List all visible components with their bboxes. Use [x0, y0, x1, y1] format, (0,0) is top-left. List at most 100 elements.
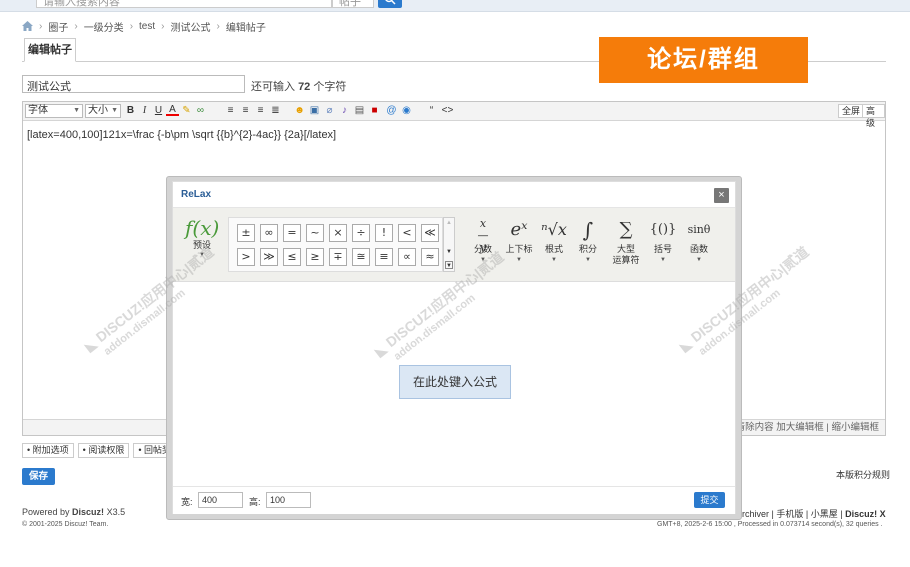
- blackroom-link[interactable]: 小黑屋: [811, 509, 838, 519]
- height-input[interactable]: 100: [266, 492, 311, 508]
- italic-icon[interactable]: I: [138, 104, 151, 118]
- breadcrumb-item[interactable]: test: [139, 21, 155, 32]
- brand-badge: 论坛/群组: [599, 37, 808, 83]
- symbol-button[interactable]: ≡: [375, 248, 393, 266]
- relax-dialog: ReLax × f(x) 预设 ▼ ± ∞ = ~ × ÷ ! < ≪ > ≫ …: [172, 181, 736, 514]
- integral-button[interactable]: ∫ 积分 ▼: [568, 216, 608, 265]
- tab-edit-post[interactable]: 编辑帖子: [24, 38, 76, 62]
- align-left-icon[interactable]: ≡: [224, 104, 237, 118]
- remaining-chars: 还可输入 72 个字符: [251, 81, 347, 93]
- code-icon[interactable]: <>: [441, 104, 454, 118]
- advanced-button[interactable]: 高级: [862, 104, 885, 128]
- dialog-title: ReLax: [181, 189, 212, 200]
- sine-icon: sinθ: [687, 223, 711, 236]
- expand-icon[interactable]: ▼: [445, 261, 453, 269]
- font-family-select[interactable]: 字体 ▼: [25, 104, 83, 118]
- symbol-button[interactable]: ≫: [260, 248, 278, 266]
- symbol-button[interactable]: !: [375, 224, 393, 242]
- chevron-right-icon: ›: [129, 20, 134, 32]
- product-link[interactable]: Discuz!: [72, 507, 104, 517]
- symbol-button[interactable]: ∓: [329, 248, 347, 266]
- breadcrumb-item[interactable]: 一级分类: [84, 19, 124, 34]
- editor-content[interactable]: [latex=400,100]121x=\frac {-b\pm \sqrt {…: [27, 129, 882, 141]
- at-icon[interactable]: @: [385, 104, 398, 118]
- symbol-button[interactable]: ≈: [421, 248, 439, 266]
- flash-icon[interactable]: ■: [368, 104, 381, 118]
- breadcrumb-item[interactable]: 测试公式: [171, 19, 211, 34]
- chevron-down-icon: ▼: [73, 107, 80, 114]
- remaining-count: 72: [298, 81, 311, 93]
- font-size-select[interactable]: 大小 ▼: [85, 104, 121, 118]
- function-button[interactable]: sinθ 函数 ▼: [679, 216, 719, 265]
- globe-icon[interactable]: ◉: [400, 104, 413, 118]
- post-title-input[interactable]: 测试公式: [22, 75, 245, 93]
- width-input[interactable]: 400: [198, 492, 243, 508]
- submit-button[interactable]: 提交: [694, 492, 725, 508]
- symbol-button[interactable]: <: [398, 224, 416, 242]
- width-label: 宽:: [181, 497, 193, 507]
- music-icon[interactable]: ♪: [338, 104, 351, 118]
- symbol-button[interactable]: ≅: [352, 248, 370, 266]
- breadcrumb-item: 编辑帖子: [225, 22, 266, 34]
- symbol-button[interactable]: ∞: [260, 224, 278, 242]
- formula-input[interactable]: 在此处键入公式: [399, 365, 511, 399]
- fullscreen-button[interactable]: 全屏: [838, 104, 865, 118]
- chevron-down-icon: ▼: [111, 107, 118, 114]
- extra-options-button[interactable]: • 附加选项: [22, 443, 74, 458]
- symbol-button[interactable]: >: [237, 248, 255, 266]
- symbol-button[interactable]: ≪: [421, 224, 439, 242]
- page: 请输入搜索内容 帖子 › 圈子 › 一级分类 › test › 测试公式 › 编…: [0, 0, 910, 567]
- breadcrumb-item[interactable]: 圈子: [48, 19, 68, 34]
- scroll-up-icon[interactable]: ▲: [445, 219, 453, 227]
- image-icon[interactable]: ▣: [308, 104, 321, 118]
- server-time: GMT+8, 2025-2-6 15:00 , Processed in 0.0…: [657, 521, 883, 528]
- attachment-icon[interactable]: ⌀: [323, 104, 336, 118]
- symbol-button[interactable]: ÷: [352, 224, 370, 242]
- bold-icon[interactable]: B: [124, 104, 137, 118]
- underline-icon[interactable]: U: [152, 104, 165, 118]
- save-button[interactable]: 保存: [22, 468, 55, 485]
- scroll-down-icon[interactable]: ▼: [445, 248, 453, 256]
- bracket-icon: {()}: [649, 222, 677, 237]
- quote-icon[interactable]: “: [425, 104, 438, 118]
- chevron-down-icon: ▼: [585, 257, 591, 263]
- chevron-down-icon: ▼: [660, 257, 666, 263]
- symbol-button[interactable]: ±: [237, 224, 255, 242]
- search-icon: [385, 0, 396, 5]
- palette-scrollbar[interactable]: ▲ ▼ ▼: [443, 217, 455, 272]
- video-icon[interactable]: ▤: [353, 104, 366, 118]
- align-center-icon[interactable]: ≡: [239, 104, 252, 118]
- symbol-palette: ± ∞ = ~ × ÷ ! < ≪ > ≫ ≤ ≥ ∓ ≅ ≡ ∝ ≈: [228, 217, 443, 272]
- discuz-link[interactable]: Discuz! X: [845, 509, 886, 519]
- bracket-button[interactable]: {()} 括号 ▼: [643, 216, 683, 265]
- close-icon[interactable]: ×: [714, 188, 729, 203]
- symbol-button[interactable]: ×: [329, 224, 347, 242]
- search-input[interactable]: 请输入搜索内容: [36, 0, 332, 8]
- home-icon[interactable]: [22, 21, 33, 31]
- highlight-icon[interactable]: ✎: [180, 104, 193, 118]
- symbol-button[interactable]: ∝: [398, 248, 416, 266]
- rules-link[interactable]: 本版积分规则: [836, 468, 890, 481]
- superscript-button[interactable]: eˣ 上下标 ▼: [499, 216, 539, 265]
- editor-toolbar: 字体 ▼ 大小 ▼ B I U A ✎ ∞ ≡ ≡ ≡ ≣ ☻ ▣ ⌀ ♪ ▤ ■ …: [23, 102, 885, 128]
- emoji-icon[interactable]: ☻: [293, 104, 306, 118]
- symbol-button[interactable]: =: [283, 224, 301, 242]
- chevron-down-icon: ▼: [696, 257, 702, 263]
- large-operator-button[interactable]: ∑ 大型 运算符: [606, 216, 646, 266]
- align-justify-icon[interactable]: ≣: [269, 104, 282, 118]
- font-color-icon[interactable]: A: [166, 104, 179, 116]
- chevron-right-icon: ›: [39, 20, 43, 32]
- formula-ribbon: f(x) 预设 ▼ ± ∞ = ~ × ÷ ! < ≪ > ≫ ≤ ≥ ∓ ≅ …: [173, 208, 735, 282]
- search-type-select[interactable]: 帖子: [332, 0, 374, 8]
- symbol-button[interactable]: ≥: [306, 248, 324, 266]
- function-icon: f(x): [185, 216, 220, 240]
- align-right-icon[interactable]: ≡: [254, 104, 267, 118]
- search-button[interactable]: [378, 0, 402, 8]
- symbol-button[interactable]: ≤: [283, 248, 301, 266]
- fraction-icon: x — y: [477, 217, 489, 254]
- symbol-button[interactable]: ~: [306, 224, 324, 242]
- mobile-link[interactable]: 手机版: [776, 509, 803, 519]
- powered-by: Powered by Discuz! X3.5: [22, 507, 126, 517]
- read-permission-button[interactable]: • 阅读权限: [77, 443, 130, 458]
- link-icon[interactable]: ∞: [194, 104, 207, 118]
